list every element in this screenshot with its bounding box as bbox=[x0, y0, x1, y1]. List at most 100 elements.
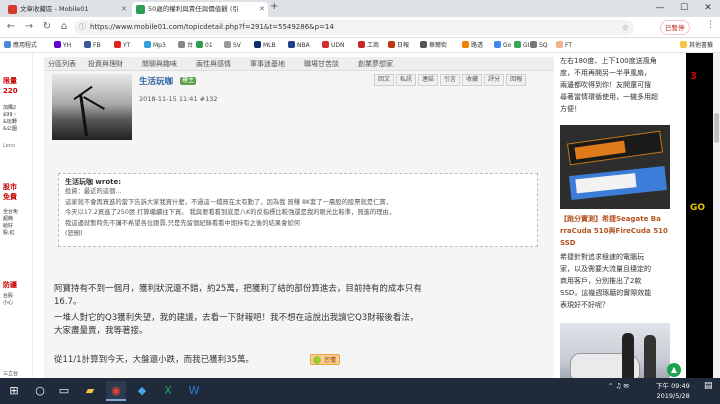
car-article-image[interactable] bbox=[560, 323, 670, 378]
file-explorer-icon[interactable]: ▰ bbox=[80, 381, 100, 401]
clock[interactable]: 下午 09:49 2019/5/28 bbox=[656, 381, 690, 401]
quote-button[interactable]: 引言 bbox=[440, 74, 461, 86]
bookmark-apps[interactable]: 應用程式 bbox=[4, 40, 37, 51]
nav-item-workplace[interactable]: 職場甘苦談 bbox=[304, 57, 339, 71]
reply-button[interactable]: 回文 bbox=[374, 74, 395, 86]
minimize-icon[interactable]: — bbox=[648, 0, 672, 17]
left-advertisement[interactable]: 限量 220 加購2 $99・ &玩轉 &公園 Leno 股市 免費 全台免 超… bbox=[0, 53, 33, 378]
wsj-icon bbox=[420, 41, 427, 48]
site-icon bbox=[178, 41, 185, 48]
quote-header: 生活玩咖 wrote: bbox=[65, 178, 122, 186]
tab-current[interactable]: 50歲的權利與責任與價值觀 (引 ✕ bbox=[132, 2, 268, 17]
bookmark-sq[interactable]: SQ bbox=[530, 40, 548, 51]
nav-item-chat[interactable]: 閒聊與趣味 bbox=[142, 57, 177, 71]
bookmark-nba[interactable]: NBA bbox=[288, 40, 310, 51]
bookmark-yt[interactable]: YT bbox=[114, 40, 130, 51]
bookmark-other[interactable]: 其他書籤 bbox=[680, 40, 713, 51]
reuters-icon bbox=[462, 41, 469, 48]
menu-icon[interactable]: ⋮ bbox=[706, 20, 715, 30]
facebook-icon bbox=[84, 41, 91, 48]
search-icon[interactable]: ○ bbox=[30, 381, 50, 401]
close-tab-icon[interactable]: ✕ bbox=[259, 2, 265, 17]
site-icon bbox=[530, 41, 537, 48]
nav-item-relationships[interactable]: 兩性與感情 bbox=[196, 57, 231, 71]
mlb-icon bbox=[254, 41, 261, 48]
close-window-icon[interactable]: ✕ bbox=[696, 0, 720, 17]
bookmark-udn[interactable]: UDN bbox=[322, 40, 345, 51]
ssd-article-image[interactable] bbox=[560, 125, 670, 209]
report-button[interactable]: 回報 bbox=[506, 74, 527, 86]
nav-item-all[interactable]: 分區列表 bbox=[48, 57, 76, 71]
bookmark-reuters[interactable]: 路透 bbox=[462, 40, 483, 51]
post-actions: 回文 私訊 連結 引言 收藏 評分 回報 bbox=[374, 74, 528, 86]
tab-bookmarks[interactable]: 文章收藏區 - Mobile01 ✕ bbox=[4, 2, 130, 17]
article-title[interactable]: SSD bbox=[560, 237, 576, 249]
task-view-icon[interactable]: ▭ bbox=[54, 381, 74, 401]
bookmark-wsj[interactable]: 華爾街 bbox=[420, 40, 447, 51]
address-bar-row: ← → ↻ ⌂ ⓘ https://www.mobile01.com/topic… bbox=[0, 17, 720, 38]
article-title[interactable]: rraCuda 510與FireCuda 510 bbox=[560, 225, 668, 237]
chrome-icon[interactable]: ◉ bbox=[106, 381, 126, 401]
nav-item-investing[interactable]: 投資與理財 bbox=[88, 57, 123, 71]
windows-start-icon[interactable]: ⊞ bbox=[4, 381, 24, 401]
bookmarks-bar: 應用程式 YH FB YT Mp3 台 01 SV MLB NBA UDN 工商… bbox=[0, 38, 720, 53]
link-button[interactable]: 連結 bbox=[418, 74, 439, 86]
bookmark-star-icon[interactable]: ☆ bbox=[622, 20, 629, 35]
nav-item-startup[interactable]: 創業夢想家 bbox=[358, 57, 393, 71]
forward-icon[interactable]: → bbox=[22, 20, 36, 34]
quote-line: 今天以17.2買進了250張 打算繼續往下買。 我與要看看到底是八K的反指標比較… bbox=[65, 209, 396, 216]
post-meta: 2018-11-15 11:41 #132 bbox=[139, 95, 218, 103]
post-author[interactable]: 生活玩咖 bbox=[139, 75, 173, 87]
bookmark-mlb[interactable]: MLB bbox=[254, 40, 276, 51]
bookmark-ft[interactable]: FT bbox=[556, 40, 572, 51]
quoted-post: 生活玩咖 wrote: 投資：最近的這個... 這家就不會再買進的當下告訴大家我… bbox=[58, 173, 538, 247]
bookmark-yh[interactable]: YH bbox=[54, 40, 71, 51]
music-icon bbox=[144, 41, 151, 48]
op-badge: 樓主 bbox=[180, 77, 197, 85]
reload-icon[interactable]: ↻ bbox=[40, 20, 54, 34]
bookmark-gongshang[interactable]: 工商 bbox=[358, 40, 379, 51]
forum-post: 生活玩咖 樓主 回文 私訊 連結 引言 收藏 評分 回報 2018-11-15 11:41 … bbox=[44, 71, 554, 378]
mobile01-favicon-icon bbox=[8, 5, 17, 14]
bookmark-fb[interactable]: FB bbox=[84, 40, 101, 51]
ft-icon bbox=[556, 41, 563, 48]
back-to-top-button[interactable]: ▲ bbox=[667, 363, 681, 377]
nav-item-military[interactable]: 軍事迷基地 bbox=[250, 57, 285, 71]
emoji-reaction-button[interactable]: 您懂 bbox=[310, 354, 341, 365]
post-body-line: 阿寶持有不到一個月，獲利狀況還不錯，約25萬，把獲利了結的部份算進去，目前持有的… bbox=[54, 284, 422, 294]
quote-line: 投資：最近的這個... bbox=[65, 188, 122, 195]
notification-icon[interactable]: ▤ bbox=[704, 381, 713, 391]
right-sidebar: 左右180度、上下100度送風角 度，不用再開另一半爭風扇， 兩邊都吹得到你！友… bbox=[556, 53, 682, 378]
article-title[interactable]: 【跑分實測】希捷Seagate Ba bbox=[560, 213, 661, 225]
bookmark-ribao[interactable]: 日報 bbox=[388, 40, 409, 51]
site-icon bbox=[224, 41, 231, 48]
system-tray-icons[interactable]: ⌃ ♫ ✉ bbox=[608, 381, 629, 391]
yahoo-icon bbox=[54, 41, 61, 48]
post-body-line: 一堆人對它的Q3獲利失望，我的建議，去看一下財報吧！我不想在這說出我讀它Q3財報… bbox=[54, 313, 419, 323]
new-tab-button[interactable]: + bbox=[270, 1, 278, 12]
post-body-line: 從11/1計算到今天，大盤還小跌，而我已獲利35萬。 bbox=[54, 355, 254, 365]
maximize-icon[interactable]: ☐ bbox=[672, 0, 696, 17]
avatar[interactable] bbox=[52, 74, 132, 140]
word-icon[interactable]: W bbox=[184, 381, 204, 401]
url-input[interactable]: ⓘ https://www.mobile01.com/topicdetail.p… bbox=[74, 20, 634, 35]
bookmark-mp3[interactable]: Mp3 bbox=[144, 40, 166, 51]
message-button[interactable]: 私訊 bbox=[396, 74, 417, 86]
excel-icon[interactable]: X bbox=[158, 381, 178, 401]
back-icon[interactable]: ← bbox=[4, 20, 18, 34]
bookmark-go[interactable]: Go bbox=[494, 40, 511, 51]
youtube-icon bbox=[114, 41, 121, 48]
bookmark-01[interactable]: 01 bbox=[196, 40, 213, 51]
bookmark-tai[interactable]: 台 bbox=[178, 40, 193, 51]
app-icon[interactable]: ◆ bbox=[132, 381, 152, 401]
page-scrollbar[interactable] bbox=[713, 53, 720, 378]
rate-button[interactable]: 評分 bbox=[484, 74, 505, 86]
scrollbar-thumb[interactable] bbox=[714, 113, 719, 143]
profile-paused-button[interactable]: 已暫停 bbox=[660, 20, 690, 35]
favorite-button[interactable]: 收藏 bbox=[462, 74, 483, 86]
bookmark-sv[interactable]: SV bbox=[224, 40, 241, 51]
close-tab-icon[interactable]: ✕ bbox=[121, 2, 127, 17]
tab-title: 50歲的權利與責任與價值觀 (引 bbox=[148, 5, 239, 13]
bookmark-gi[interactable]: GI bbox=[514, 40, 529, 51]
home-icon[interactable]: ⌂ bbox=[57, 20, 71, 34]
